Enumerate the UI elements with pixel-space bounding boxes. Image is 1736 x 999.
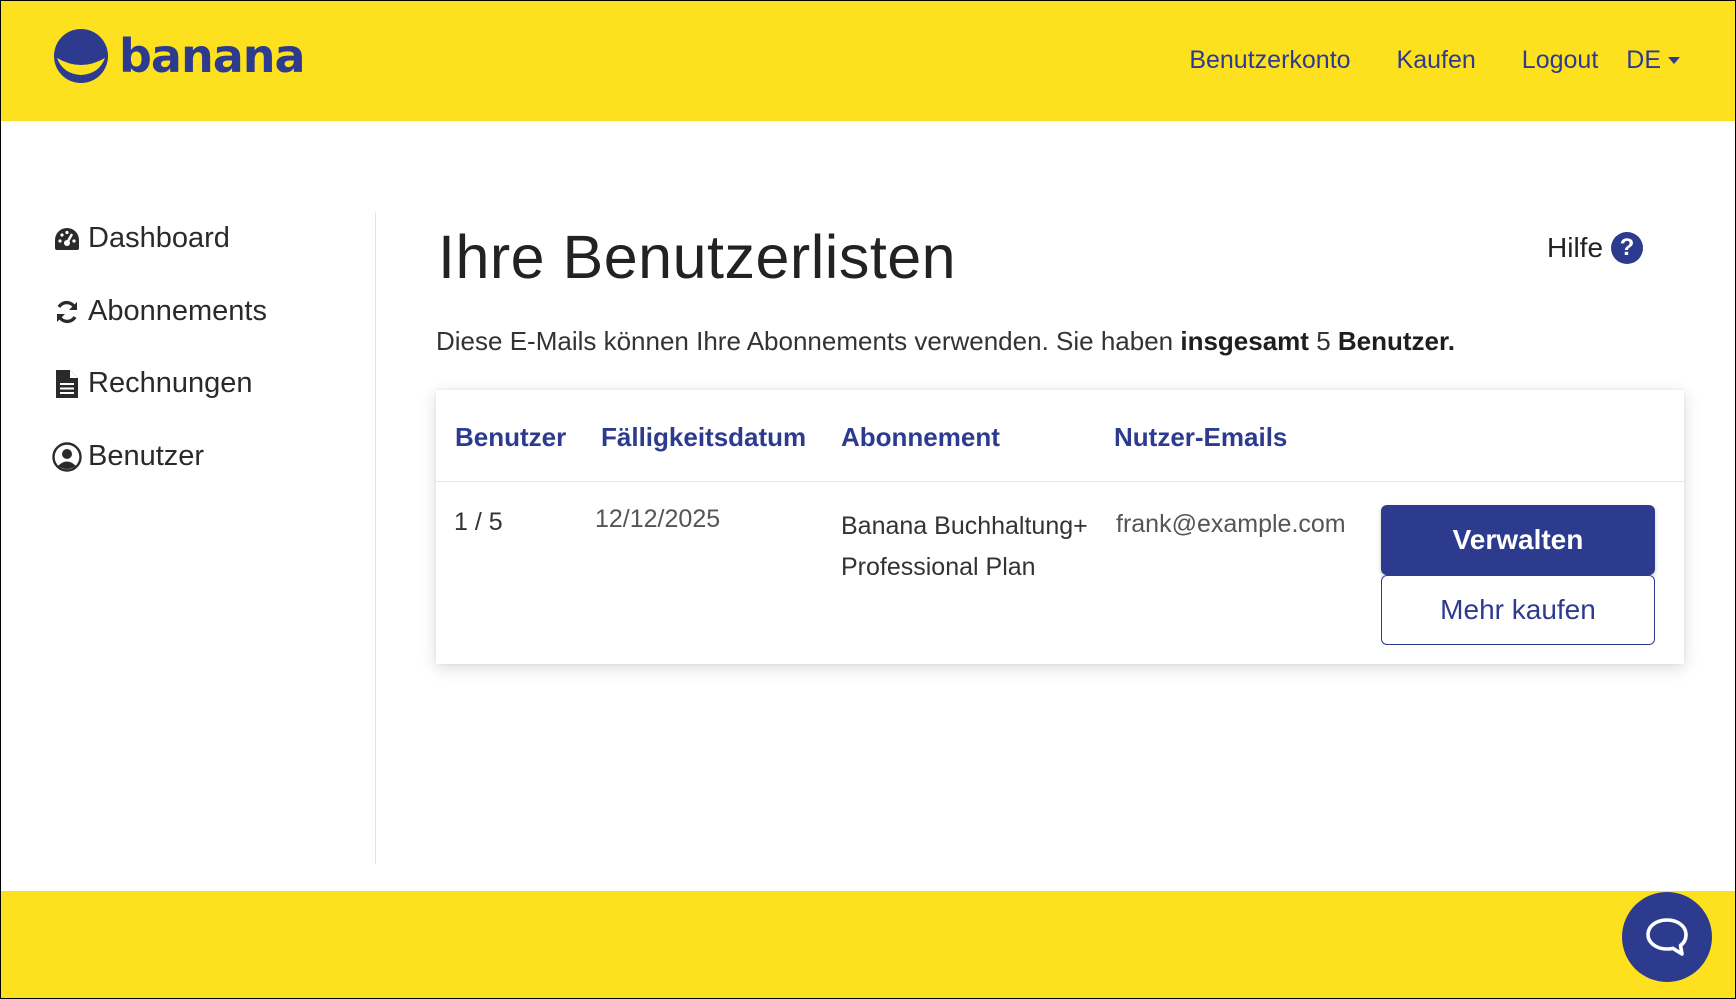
sidebar-item-label: Dashboard xyxy=(88,222,230,254)
nav-logout-link[interactable]: Logout xyxy=(1522,46,1598,75)
help-label: Hilfe xyxy=(1547,232,1604,263)
banana-logo-icon xyxy=(54,29,108,83)
sync-icon xyxy=(52,297,82,327)
dashboard-icon xyxy=(52,224,82,254)
description-bold-total: insgesamt xyxy=(1180,326,1309,356)
invoice-file-icon xyxy=(52,369,82,399)
question-circle-icon: ? xyxy=(1611,232,1644,264)
top-header: banana Benutzerkonto Kaufen Logout DE xyxy=(0,0,1736,121)
description-bold-users: Benutzer. xyxy=(1337,326,1455,356)
language-label: DE xyxy=(1626,46,1661,74)
chat-bubble-icon xyxy=(1646,918,1688,956)
description-count: 5 xyxy=(1316,326,1331,356)
cell-email: frank@example.com xyxy=(1116,510,1346,538)
sidebar-item-label: Abonnements xyxy=(88,295,267,327)
description-text: Diese E-Mails können Ihre Abonnements ve… xyxy=(436,326,1181,356)
sidebar-item-dashboard[interactable]: Dashboard xyxy=(52,222,230,255)
banana-logo[interactable]: banana xyxy=(53,28,306,84)
cell-users: 1 / 5 xyxy=(454,508,503,536)
footer xyxy=(0,891,1736,999)
nav-buy-link[interactable]: Kaufen xyxy=(1397,46,1476,75)
cell-due-date: 12/12/2025 xyxy=(595,505,721,533)
sidebar-item-abonnements[interactable]: Abonnements xyxy=(52,295,267,328)
column-header-subscription: Abonnement xyxy=(841,422,1000,452)
sidebar-item-rechnungen[interactable]: Rechnungen xyxy=(52,367,252,400)
nav-account-link[interactable]: Benutzerkonto xyxy=(1189,46,1350,75)
column-header-emails: Nutzer-Emails xyxy=(1114,422,1288,452)
logo-text: banana xyxy=(119,29,306,83)
manage-button[interactable]: Verwalten xyxy=(1381,505,1655,575)
sidebar-divider xyxy=(375,212,376,864)
sidebar-item-label: Rechnungen xyxy=(88,367,253,399)
user-count-description: Diese E-Mails können Ihre Abonnements ve… xyxy=(436,326,1455,357)
chat-button[interactable] xyxy=(1622,892,1712,982)
cell-subscription: Banana Buchhaltung+ Professional Plan xyxy=(841,506,1088,588)
sidebar-item-label: Benutzer xyxy=(88,440,205,472)
help-link[interactable]: Hilfe ? xyxy=(1547,232,1644,264)
sidebar-item-benutzer[interactable]: Benutzer xyxy=(52,440,204,473)
user-list-card: Benutzer Fälligkeitsdatum Abonnement Nut… xyxy=(436,390,1684,664)
language-dropdown[interactable]: DE xyxy=(1626,46,1680,75)
column-header-users: Benutzer xyxy=(455,422,567,452)
subscription-line-1: Banana Buchhaltung+ xyxy=(841,512,1088,540)
subscription-line-2: Professional Plan xyxy=(841,553,1036,581)
caret-down-icon xyxy=(1668,57,1680,64)
buy-more-button[interactable]: Mehr kaufen xyxy=(1381,575,1655,645)
table-header-divider xyxy=(436,481,1684,482)
top-nav: Benutzerkonto Kaufen Logout DE xyxy=(1189,0,1736,121)
page-title: Ihre Benutzerlisten xyxy=(438,223,957,291)
column-header-due-date: Fälligkeitsdatum xyxy=(601,422,807,452)
user-circle-icon xyxy=(52,441,82,472)
